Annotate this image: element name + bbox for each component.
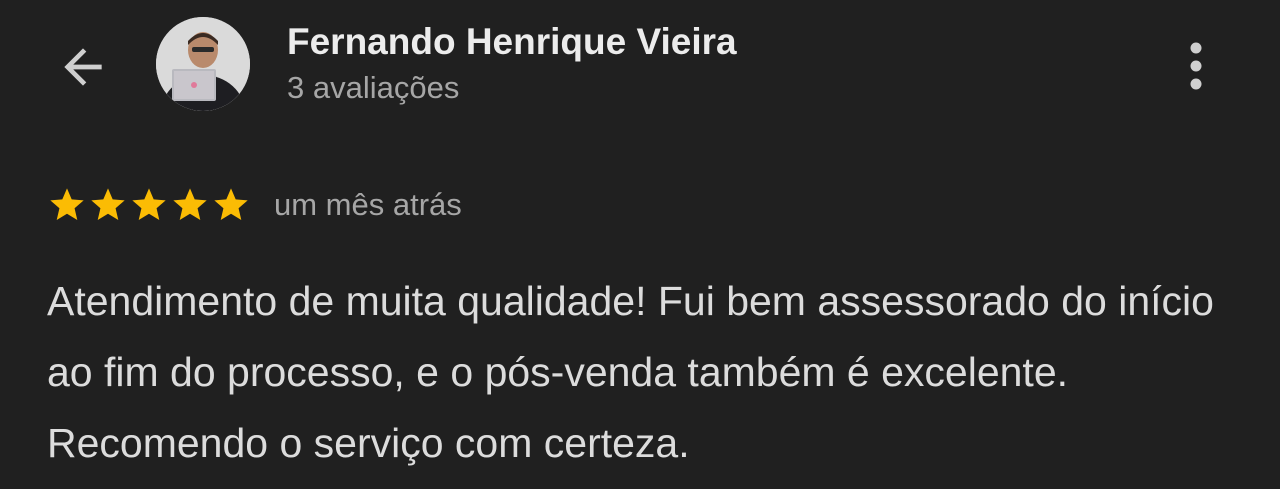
- reviewer-name: Fernando Henrique Vieira: [287, 21, 737, 62]
- arrow-left-icon: [64, 48, 102, 86]
- review-date: um mês atrás: [274, 187, 462, 222]
- profile-photo: [156, 17, 250, 111]
- review-count: 3 avaliações: [287, 70, 460, 105]
- more-options-button[interactable]: [1172, 34, 1220, 98]
- review-text: Atendimento de muita qualidade! Fui bem …: [47, 278, 1214, 466]
- avatar[interactable]: [156, 17, 250, 111]
- star-icon: [173, 188, 207, 220]
- star-icon: [214, 188, 248, 220]
- star-icon: [132, 188, 166, 220]
- star-icon: [50, 188, 84, 220]
- more-vert-icon: [1190, 42, 1202, 90]
- star-rating: [47, 185, 251, 225]
- star-icon: [91, 188, 125, 220]
- back-button[interactable]: [52, 36, 114, 98]
